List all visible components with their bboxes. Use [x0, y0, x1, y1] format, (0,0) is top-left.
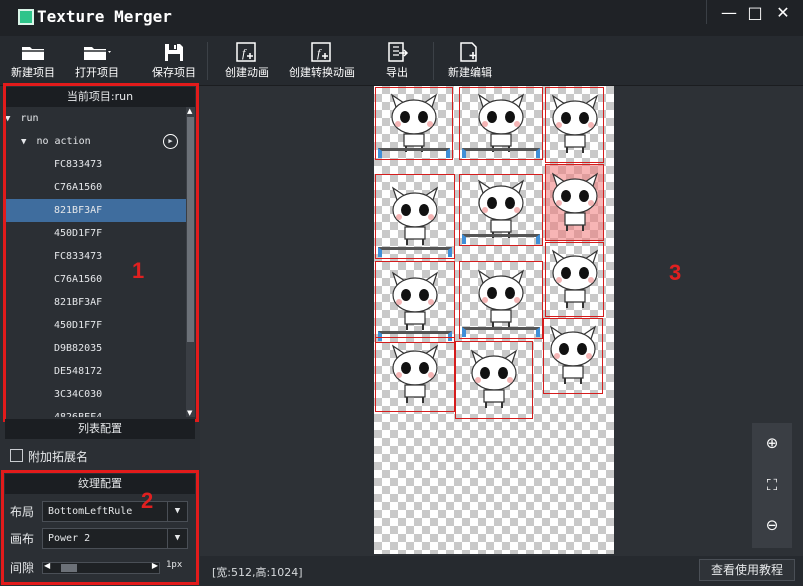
sprite-frame[interactable]: [545, 164, 604, 241]
character-sprite-icon: [477, 179, 525, 238]
current-project-header: 当前项目:run: [5, 87, 195, 107]
character-sprite-icon: [470, 349, 518, 408]
export-button[interactable]: 导出: [374, 36, 420, 84]
append-extension-checkbox[interactable]: [10, 449, 23, 462]
layout-label: 布局: [10, 505, 35, 519]
scroll-down-icon[interactable]: ▼: [187, 409, 192, 417]
character-sprite-icon: [477, 93, 525, 152]
character-sprite-icon: [551, 94, 598, 153]
zoom-toolbar: ⊕ ⛶ ⊖: [752, 423, 792, 548]
tree-root-run[interactable]: ▼ run: [5, 107, 186, 130]
export-icon: [388, 42, 409, 62]
sprite-frame[interactable]: [455, 341, 533, 419]
list-config-header: 列表配置: [5, 419, 195, 439]
character-sprite-icon: [391, 344, 439, 403]
new-project-button[interactable]: 新建项目: [6, 36, 60, 84]
zoom-out-icon[interactable]: ⊖: [762, 515, 782, 535]
sprite-frame[interactable]: [545, 87, 604, 163]
frame-list-item[interactable]: D9B82035: [5, 337, 186, 360]
function-document-icon: f: [236, 42, 256, 62]
character-sprite-icon: [390, 93, 438, 152]
sprite-frame[interactable]: [543, 318, 603, 394]
toolbar-separator: [207, 42, 208, 80]
zoom-in-icon[interactable]: ⊕: [762, 433, 782, 453]
frame-list-item[interactable]: 450D1F7F: [5, 222, 186, 245]
frame-list-item[interactable]: 821BF3AF: [5, 199, 186, 222]
gap-value: 1px: [166, 560, 183, 570]
folder-icon: [22, 47, 44, 60]
canvas-select[interactable]: Power 2 ▼: [42, 528, 188, 549]
create-animation-button[interactable]: f 创建动画: [220, 36, 274, 84]
hurdle-bar: [378, 247, 452, 257]
open-project-button[interactable]: 打开项目: [68, 36, 126, 84]
chevron-down-icon: ▼: [167, 502, 187, 521]
texture-atlas-canvas[interactable]: [374, 86, 614, 554]
expand-arrow-icon: ▼: [21, 137, 27, 147]
slider-right-arrow-icon[interactable]: ▶: [152, 561, 158, 570]
gap-slider[interactable]: ◀ ▶: [42, 561, 160, 574]
frame-list-item[interactable]: 3C34C030: [5, 383, 186, 406]
view-tutorial-button[interactable]: 查看使用教程: [699, 559, 795, 581]
slider-left-arrow-icon[interactable]: ◀: [44, 561, 50, 570]
save-project-button[interactable]: 保存项目: [146, 36, 202, 84]
character-sprite-icon: [551, 172, 598, 231]
scroll-up-icon[interactable]: ▲: [187, 107, 192, 115]
character-sprite-icon: [551, 249, 598, 308]
app-logo-icon: [18, 9, 34, 25]
gap-label: 间隙: [10, 561, 35, 575]
hurdle-bar: [462, 148, 540, 158]
frame-list-item[interactable]: C76A1560: [5, 268, 186, 291]
new-document-icon: [460, 42, 477, 62]
toolbar: 新建项目 打开项目 保存项目 f 创建动画 f 创建转换动画 导出 新建编辑: [0, 36, 803, 86]
hurdle-bar: [462, 327, 540, 337]
annotation-label-2: 2: [141, 488, 154, 513]
titlebar-divider: [706, 0, 707, 24]
character-sprite-icon: [391, 271, 439, 330]
sprite-frame[interactable]: [375, 337, 455, 412]
svg-text:f: f: [317, 46, 322, 60]
svg-text:f: f: [242, 46, 247, 60]
character-sprite-icon: [549, 325, 597, 384]
texture-config-header: 纹理配置: [5, 474, 195, 494]
minimize-button[interactable]: —: [717, 4, 741, 24]
function-convert-icon: f: [311, 42, 331, 62]
scrollbar-thumb[interactable]: [187, 117, 194, 342]
toolbar-separator: [433, 42, 434, 80]
gap-slider-thumb[interactable]: [61, 564, 77, 572]
new-edit-button[interactable]: 新建编辑: [442, 36, 498, 84]
layout-select[interactable]: BottomLeftRule ▼: [42, 501, 188, 522]
app-title: Texture Merger: [37, 7, 172, 26]
canvas-label: 画布: [10, 532, 35, 546]
frame-list-item[interactable]: 4826BEF4: [5, 406, 186, 417]
create-convert-animation-button[interactable]: f 创建转换动画: [284, 36, 360, 84]
frame-list-item[interactable]: DE548172: [5, 360, 186, 383]
play-icon[interactable]: ▶: [163, 134, 178, 149]
title-bar: Texture Merger — □ ✕: [0, 0, 803, 36]
close-button[interactable]: ✕: [771, 4, 795, 24]
sprite-frame[interactable]: [545, 242, 604, 317]
project-tree: ▼ run ▼ no action ▶ FC833473 C76A1560 821B…: [5, 107, 186, 417]
character-sprite-icon: [477, 269, 525, 328]
annotation-label-3: 3: [669, 260, 682, 285]
canvas-size-text: [宽:512,高:1024]: [212, 566, 303, 579]
annotation-label-1: 1: [132, 258, 145, 283]
fit-screen-icon[interactable]: ⛶: [762, 475, 782, 495]
frame-list-item[interactable]: C76A1560: [5, 176, 186, 199]
append-extension-label: 附加拓展名: [28, 450, 89, 464]
expand-arrow-icon: ▼: [5, 114, 11, 124]
open-folder-icon: [84, 47, 111, 60]
hurdle-bar: [378, 148, 450, 158]
tree-action-node[interactable]: ▼ no action ▶: [5, 130, 186, 153]
character-sprite-icon: [391, 186, 439, 245]
frame-list-item[interactable]: 450D1F7F: [5, 314, 186, 337]
tree-scrollbar[interactable]: ▲ ▼: [186, 107, 195, 417]
save-icon: [165, 44, 183, 61]
hurdle-bar: [462, 234, 540, 244]
chevron-down-icon: ▼: [167, 529, 187, 548]
frame-list-item[interactable]: FC833473: [5, 245, 186, 268]
frame-list-item[interactable]: 821BF3AF: [5, 291, 186, 314]
maximize-button[interactable]: □: [743, 4, 767, 24]
frame-list-item[interactable]: FC833473: [5, 153, 186, 176]
